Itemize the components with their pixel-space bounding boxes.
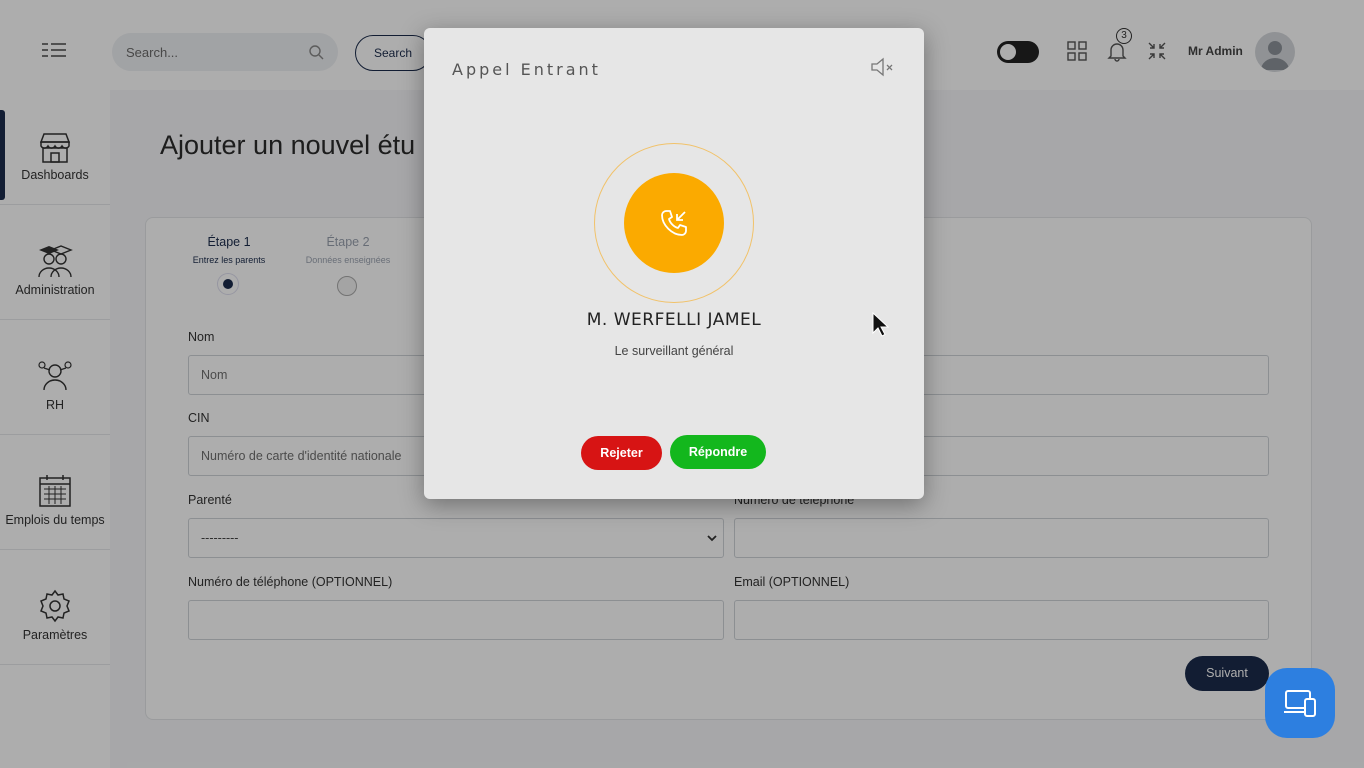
devices-icon [1284, 690, 1316, 717]
speaker-mute-icon[interactable] [870, 56, 896, 78]
mouse-cursor-icon [872, 311, 890, 337]
reject-call-button[interactable]: Rejeter [581, 436, 662, 470]
modal-title: Appel Entrant [452, 60, 601, 79]
caller-name: M. WERFELLI JAMEL [586, 310, 762, 330]
call-avatar-circle [624, 173, 724, 273]
answer-call-button[interactable]: Répondre [670, 435, 766, 469]
caller-role: Le surveillant général [614, 344, 734, 358]
floating-action-button[interactable] [1265, 668, 1335, 738]
incoming-call-icon [661, 210, 687, 236]
incoming-call-modal: Appel Entrant M. WERFELLI JAMEL Le surve… [424, 28, 924, 499]
